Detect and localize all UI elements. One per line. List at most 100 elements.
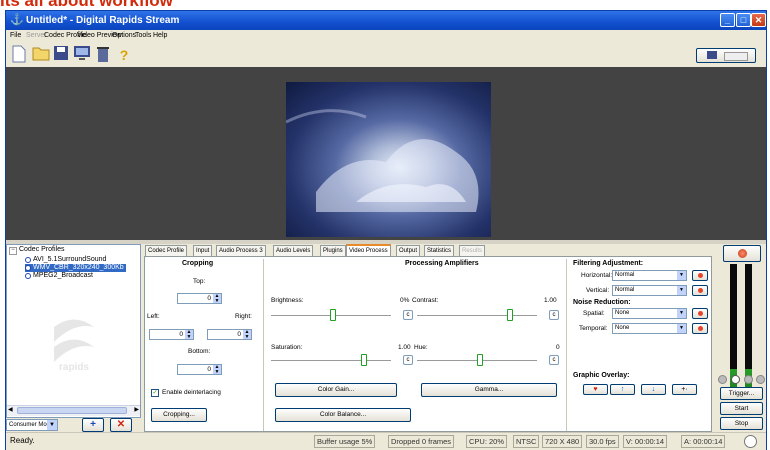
spin-arrows-icon[interactable]: ▲ ▼	[185, 330, 193, 339]
right-crop-stepper[interactable]: 0 ▲ ▼	[207, 329, 252, 340]
menu-help[interactable]: Help	[153, 32, 167, 39]
temporal-reset-button[interactable]	[692, 323, 708, 334]
overlay-add-button[interactable]: +·	[672, 384, 697, 395]
audio-meter-panel: Trigger... Start Stop	[718, 244, 766, 432]
color-balance-button[interactable]: Color Balance...	[275, 408, 411, 422]
contrast-slider[interactable]	[507, 309, 513, 321]
reset-icon	[698, 288, 703, 293]
minimize-button[interactable]: _	[720, 13, 735, 27]
chevron-down-icon: ▼	[677, 271, 686, 280]
tab-codec-profile[interactable]: Codec Profile	[145, 245, 188, 256]
add-profile-button[interactable]: +	[82, 418, 104, 432]
vertical-reset-button[interactable]	[692, 285, 708, 296]
maximize-button[interactable]: □	[736, 13, 751, 27]
tab-output[interactable]: Output	[396, 245, 421, 256]
spin-arrows-icon[interactable]: ▲ ▼	[213, 365, 221, 374]
spatial-reset-button[interactable]	[692, 308, 708, 319]
spin-arrows-icon[interactable]: ▲ ▼	[213, 294, 221, 303]
saturation-slider[interactable]	[361, 354, 367, 366]
temporal-noise-dropdown[interactable]: None ▼	[612, 323, 687, 334]
tab-results[interactable]: Results	[459, 245, 486, 256]
remove-profile-button[interactable]: ✕	[110, 418, 132, 432]
bottom-label: Bottom:	[188, 348, 211, 355]
new-doc-icon[interactable]	[9, 45, 29, 65]
top-crop-stepper[interactable]: 0 ▲ ▼	[177, 293, 222, 304]
scroll-left-icon[interactable]: ◀	[8, 406, 13, 413]
overlay-palette-button[interactable]: ♥	[583, 384, 608, 395]
bottom-crop-stepper[interactable]: 0 ▲ ▼	[177, 364, 222, 375]
audio-timecode: A: 00:00:14	[681, 435, 726, 448]
tree-item[interactable]: AVI_5.1SurroundSound	[25, 256, 108, 264]
video-preview-area	[6, 67, 766, 240]
cropping-button[interactable]: Cropping...	[151, 408, 207, 422]
brightness-reset-button[interactable]: c	[403, 310, 413, 320]
record-settings-button[interactable]	[723, 245, 761, 262]
left-crop-stepper[interactable]: 0 ▲ ▼	[149, 329, 194, 340]
deinterlace-checkbox[interactable]: ✓	[151, 389, 159, 397]
hue-reset-button[interactable]: c	[549, 355, 559, 365]
left-crop-value: 0	[179, 331, 183, 338]
tree-root[interactable]: − Codec Profiles	[9, 246, 64, 255]
saturation-value: 1.00	[398, 344, 411, 351]
menu-tools[interactable]: Tools	[135, 32, 151, 39]
horizontal-reset-button[interactable]	[692, 270, 708, 281]
tab-audio-levels[interactable]: Audio Levels	[273, 245, 314, 256]
tree-item[interactable]: MPEG2_Broadcast	[25, 272, 95, 280]
horizontal-scrollbar[interactable]: ◀ ▶	[7, 405, 140, 416]
spatial-noise-dropdown[interactable]: None ▼	[612, 308, 687, 319]
video-timecode: V: 00:00:14	[623, 435, 668, 448]
saturation-reset-button[interactable]: c	[403, 355, 413, 365]
spatial-label: Spatial:	[583, 310, 605, 317]
meter-option-icon[interactable]	[731, 375, 740, 384]
scroll-right-icon[interactable]: ▶	[134, 406, 139, 413]
menu-file[interactable]: File	[10, 32, 21, 39]
overlay-up-button[interactable]: ↑	[610, 384, 635, 395]
spin-arrows-icon[interactable]: ▲ ▼	[243, 330, 251, 339]
monitor-icon[interactable]	[72, 45, 92, 65]
graphic-overlay-heading: Graphic Overlay:	[573, 372, 630, 379]
trash-icon[interactable]	[93, 45, 113, 65]
collapse-icon[interactable]: −	[9, 247, 17, 255]
stop-button[interactable]: Stop	[720, 417, 763, 430]
color-gain-button[interactable]: Color Gain...	[275, 383, 397, 397]
tab-input[interactable]: Input	[193, 245, 213, 256]
tree-root-label: Codec Profiles	[18, 246, 65, 253]
trigger-button[interactable]: Trigger...	[720, 387, 763, 400]
consumer-mode-dropdown[interactable]: Consumer Mode ▼	[6, 419, 58, 431]
separator	[263, 259, 264, 431]
scrollbar-thumb[interactable]	[17, 407, 127, 414]
close-button[interactable]: ✕	[751, 13, 766, 27]
status-bar: Ready. Buffer usage 5% Dropped 0 frames …	[6, 432, 766, 450]
reset-icon	[698, 326, 703, 331]
save-icon[interactable]	[51, 45, 71, 65]
tree-item-selected[interactable]: WMV_CBR_320x240_300Kb	[25, 264, 126, 272]
horizontal-filter-dropdown[interactable]: Normal ▼	[612, 270, 687, 281]
brightness-slider[interactable]	[330, 309, 336, 321]
contrast-reset-button[interactable]: c	[549, 310, 559, 320]
brightness-value: 0%	[400, 297, 410, 304]
tab-plugins[interactable]: Plugins	[320, 245, 346, 256]
reset-icon	[698, 311, 703, 316]
start-button[interactable]: Start	[720, 402, 763, 415]
frame-rate: 30.0 fps	[586, 435, 619, 448]
video-preview-frame[interactable]	[286, 82, 491, 237]
tab-video-process[interactable]: Video Process	[346, 244, 391, 256]
app-window: ⚓ Untitled* - Digital Rapids Stream _ □ …	[5, 10, 767, 450]
overlay-down-button[interactable]: ↓	[641, 384, 666, 395]
meter-option-icon[interactable]	[744, 375, 753, 384]
meter-option-icon[interactable]	[718, 375, 727, 384]
meter-option-icon[interactable]	[756, 375, 765, 384]
vertical-filter-dropdown[interactable]: Normal ▼	[612, 285, 687, 296]
tab-statistics[interactable]: Statistics	[424, 245, 455, 256]
help-icon[interactable]: ?	[114, 45, 134, 65]
title-bar[interactable]: ⚓ Untitled* - Digital Rapids Stream _ □ …	[6, 11, 766, 30]
brightness-label: Brightness:	[271, 297, 304, 304]
open-folder-icon[interactable]	[31, 45, 51, 65]
hue-slider[interactable]	[477, 354, 483, 366]
gamma-button[interactable]: Gamma...	[421, 383, 557, 397]
preview-toggle-button[interactable]	[696, 48, 756, 63]
window-title: Untitled* - Digital Rapids Stream	[26, 15, 180, 26]
dropped-frames: Dropped 0 frames	[388, 435, 455, 448]
menu-options[interactable]: Options	[112, 32, 136, 39]
tab-audio-process[interactable]: Audio Process 3	[216, 245, 266, 256]
